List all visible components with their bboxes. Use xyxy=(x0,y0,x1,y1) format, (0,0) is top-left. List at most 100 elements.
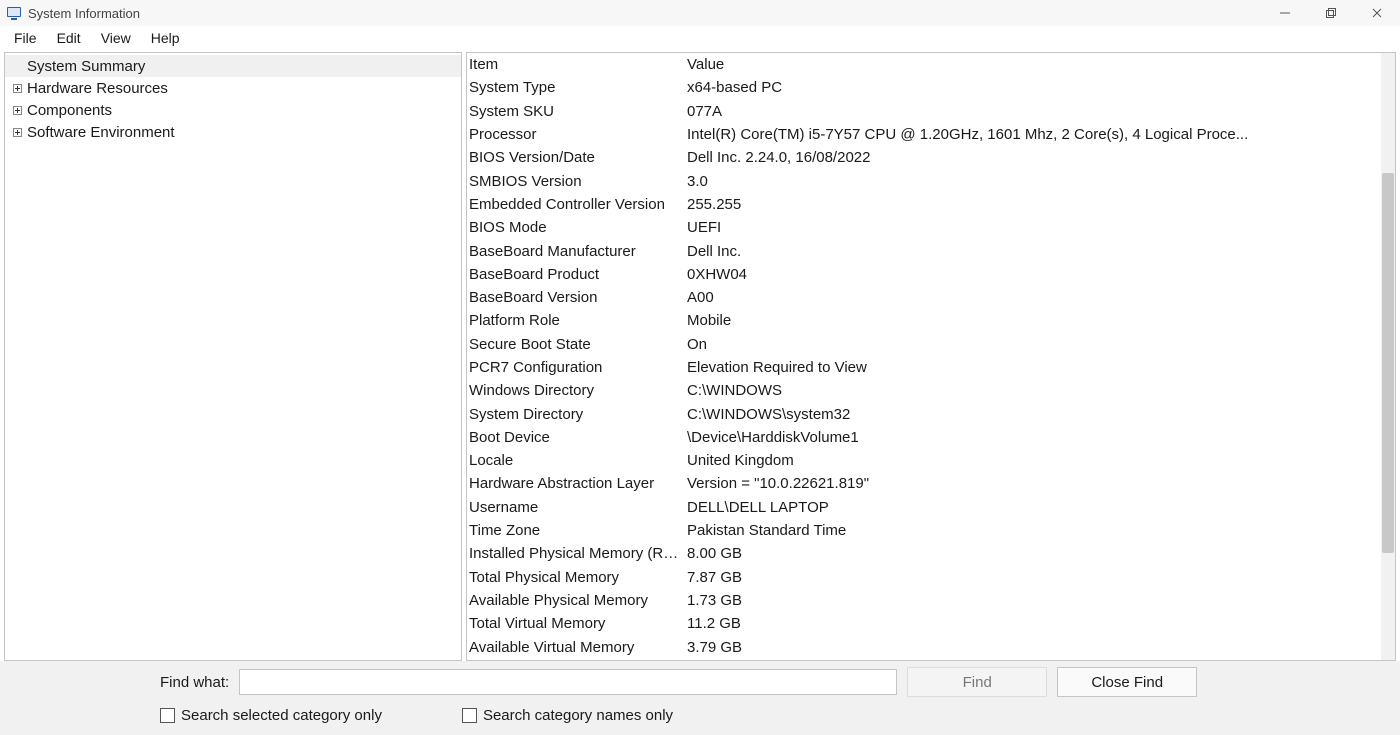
list-row[interactable]: Windows DirectoryC:\WINDOWS xyxy=(467,379,1381,402)
list-row[interactable]: Available Physical Memory1.73 GB xyxy=(467,589,1381,612)
tree-label: Components xyxy=(27,102,112,119)
tree: System Summary Hardware Resources Compon… xyxy=(5,53,461,143)
titlebar: System Information xyxy=(0,0,1400,26)
tree-label: System Summary xyxy=(27,58,145,75)
cell-value: 0XHW04 xyxy=(687,266,1381,283)
chk-label: Search selected category only xyxy=(181,707,382,724)
cell-value: 3.79 GB xyxy=(687,639,1381,656)
cell-item: Platform Role xyxy=(469,312,687,329)
list-row[interactable]: System DirectoryC:\WINDOWS\system32 xyxy=(467,402,1381,425)
plus-icon[interactable] xyxy=(11,82,23,94)
list-body: System Typex64-based PCSystem SKU077APro… xyxy=(467,76,1381,658)
tree-label: Hardware Resources xyxy=(27,80,168,97)
list-header[interactable]: Item Value xyxy=(467,53,1381,76)
close-find-button[interactable]: Close Find xyxy=(1057,667,1197,697)
cell-value: Intel(R) Core(TM) i5-7Y57 CPU @ 1.20GHz,… xyxy=(687,126,1381,143)
cell-item: System SKU xyxy=(469,103,687,120)
plus-icon[interactable] xyxy=(11,104,23,116)
menu-help[interactable]: Help xyxy=(141,28,190,48)
window-title: System Information xyxy=(28,6,140,21)
list-row[interactable]: UsernameDELL\DELL LAPTOP xyxy=(467,496,1381,519)
cell-value: 8.00 GB xyxy=(687,545,1381,562)
list-row[interactable]: System Typex64-based PC xyxy=(467,76,1381,99)
list-row[interactable]: BIOS Version/DateDell Inc. 2.24.0, 16/08… xyxy=(467,146,1381,169)
list-row[interactable]: Installed Physical Memory (RAM)8.00 GB xyxy=(467,542,1381,565)
close-button[interactable] xyxy=(1354,0,1400,26)
find-input[interactable] xyxy=(239,669,897,695)
list-row[interactable]: Hardware Abstraction LayerVersion = "10.… xyxy=(467,472,1381,495)
header-item[interactable]: Item xyxy=(469,56,687,73)
menu-file[interactable]: File xyxy=(4,28,47,48)
list-row[interactable]: LocaleUnited Kingdom xyxy=(467,449,1381,472)
cell-item: Total Physical Memory xyxy=(469,569,687,586)
cell-value: Dell Inc. 2.24.0, 16/08/2022 xyxy=(687,149,1381,166)
list-row[interactable]: PCR7 ConfigurationElevation Required to … xyxy=(467,356,1381,379)
tree-item-system-summary[interactable]: System Summary xyxy=(5,55,461,77)
checkbox-icon[interactable] xyxy=(462,708,477,723)
list-row[interactable]: Time ZonePakistan Standard Time xyxy=(467,519,1381,542)
cell-item: Available Virtual Memory xyxy=(469,639,687,656)
find-row: Find what: Find Close Find xyxy=(160,667,1390,697)
cell-item: Installed Physical Memory (RAM) xyxy=(469,545,687,562)
cell-item: Total Virtual Memory xyxy=(469,615,687,632)
chk-label: Search category names only xyxy=(483,707,673,724)
chk-selected-category[interactable]: Search selected category only xyxy=(160,707,382,724)
cell-value: Dell Inc. xyxy=(687,243,1381,260)
cell-item: Available Physical Memory xyxy=(469,592,687,609)
list-row[interactable]: Platform RoleMobile xyxy=(467,309,1381,332)
list-row[interactable]: ProcessorIntel(R) Core(TM) i5-7Y57 CPU @… xyxy=(467,123,1381,146)
cell-value: Elevation Required to View xyxy=(687,359,1381,376)
chk-category-names[interactable]: Search category names only xyxy=(462,707,673,724)
cell-item: BaseBoard Version xyxy=(469,289,687,306)
list-row[interactable]: System SKU077A xyxy=(467,100,1381,123)
list-row[interactable]: Secure Boot StateOn xyxy=(467,333,1381,356)
cell-value: 1.73 GB xyxy=(687,592,1381,609)
list-row[interactable]: Embedded Controller Version255.255 xyxy=(467,193,1381,216)
tree-item-software-environment[interactable]: Software Environment xyxy=(5,121,461,143)
cell-value: Mobile xyxy=(687,312,1381,329)
cell-value: 3.0 xyxy=(687,173,1381,190)
list-row[interactable]: Total Virtual Memory11.2 GB xyxy=(467,612,1381,635)
plus-icon[interactable] xyxy=(11,126,23,138)
cell-value: UEFI xyxy=(687,219,1381,236)
titlebar-left: System Information xyxy=(2,5,140,21)
list-row[interactable]: BIOS ModeUEFI xyxy=(467,216,1381,239)
cell-item: Username xyxy=(469,499,687,516)
scrollbar[interactable] xyxy=(1381,53,1395,660)
menubar: File Edit View Help xyxy=(0,26,1400,50)
list-row[interactable]: Total Physical Memory7.87 GB xyxy=(467,566,1381,589)
cell-value: On xyxy=(687,336,1381,353)
find-button[interactable]: Find xyxy=(907,667,1047,697)
cell-value: A00 xyxy=(687,289,1381,306)
cell-value: DELL\DELL LAPTOP xyxy=(687,499,1381,516)
list-row[interactable]: BaseBoard VersionA00 xyxy=(467,286,1381,309)
list-pane: Item Value System Typex64-based PCSystem… xyxy=(466,52,1396,661)
tree-item-hardware-resources[interactable]: Hardware Resources xyxy=(5,77,461,99)
find-options: Search selected category only Search cat… xyxy=(160,707,1390,724)
menu-view[interactable]: View xyxy=(91,28,141,48)
list-row[interactable]: Available Virtual Memory3.79 GB xyxy=(467,635,1381,658)
checkbox-icon[interactable] xyxy=(160,708,175,723)
cell-value: \Device\HarddiskVolume1 xyxy=(687,429,1381,446)
cell-item: Windows Directory xyxy=(469,382,687,399)
window-controls xyxy=(1262,0,1400,26)
cell-value: x64-based PC xyxy=(687,79,1381,96)
cell-value: Version = "10.0.22621.819" xyxy=(687,475,1381,492)
list-row[interactable]: BaseBoard ManufacturerDell Inc. xyxy=(467,239,1381,262)
minimize-button[interactable] xyxy=(1262,0,1308,26)
list-row[interactable]: SMBIOS Version3.0 xyxy=(467,169,1381,192)
maximize-button[interactable] xyxy=(1308,0,1354,26)
list-row[interactable]: BaseBoard Product0XHW04 xyxy=(467,263,1381,286)
cell-item: BaseBoard Manufacturer xyxy=(469,243,687,260)
cell-item: Embedded Controller Version xyxy=(469,196,687,213)
scrollthumb[interactable] xyxy=(1382,173,1394,553)
cell-value: 11.2 GB xyxy=(687,615,1381,632)
menu-edit[interactable]: Edit xyxy=(47,28,91,48)
cell-item: Hardware Abstraction Layer xyxy=(469,475,687,492)
header-value[interactable]: Value xyxy=(687,56,1381,73)
tree-item-components[interactable]: Components xyxy=(5,99,461,121)
findbar: Find what: Find Close Find Search select… xyxy=(0,661,1400,735)
list-row[interactable]: Boot Device\Device\HarddiskVolume1 xyxy=(467,426,1381,449)
cell-item: PCR7 Configuration xyxy=(469,359,687,376)
cell-item: Processor xyxy=(469,126,687,143)
